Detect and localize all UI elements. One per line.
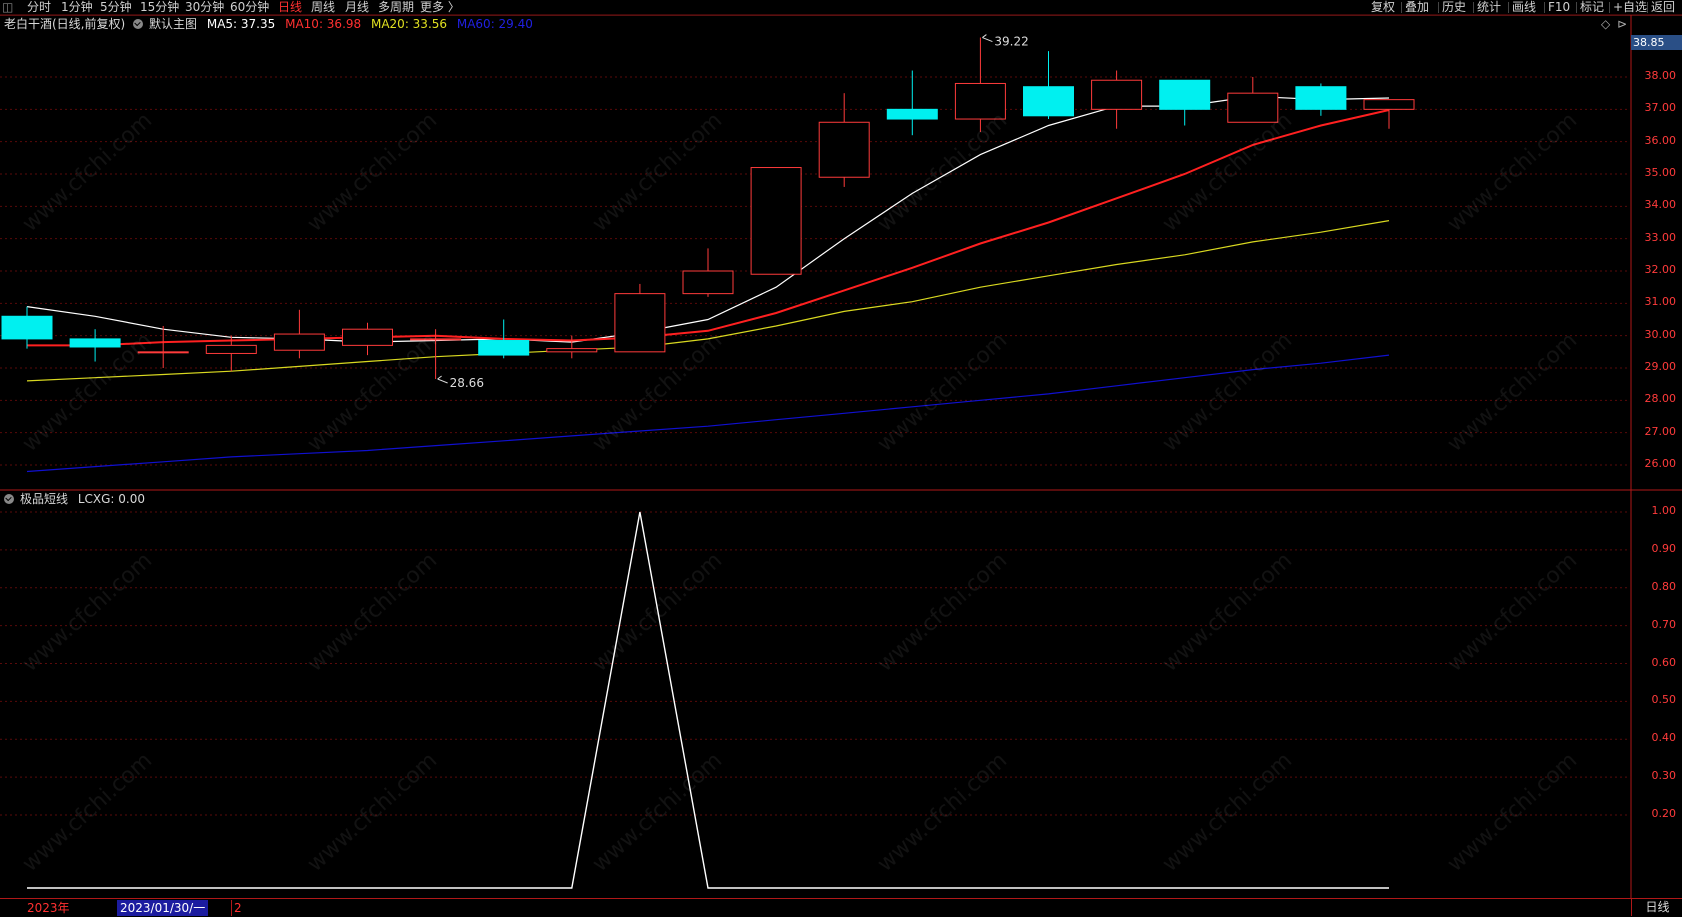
candle-body <box>614 293 666 353</box>
candle-body <box>818 121 870 178</box>
main-y-tick: 26.00 <box>1644 457 1677 470</box>
main-y-tick: 37.00 <box>1644 101 1677 115</box>
sub-y-tick: 0.30 <box>1651 769 1677 783</box>
candle-body <box>137 351 189 354</box>
sub-y-tick: 0.20 <box>1651 807 1677 820</box>
candle <box>954 37 1006 132</box>
candle-body <box>750 167 802 275</box>
extreme-price-label: 39.22 <box>994 35 1028 49</box>
candle-body <box>886 108 938 120</box>
candle <box>1227 77 1279 123</box>
candle-body <box>1227 92 1279 123</box>
candle <box>886 70 938 136</box>
main-y-tick: 32.00 <box>1644 263 1677 276</box>
ma-line-ma10 <box>27 109 1390 347</box>
candle <box>69 329 121 362</box>
sub-y-tick: 0.80 <box>1651 579 1677 593</box>
candle <box>137 325 189 368</box>
sub-y-tick: 0.50 <box>1651 693 1677 707</box>
lcxg-line <box>27 511 1389 889</box>
candle <box>342 322 393 356</box>
ma-line-ma5 <box>26 95 1390 343</box>
candle-body <box>1091 79 1143 110</box>
candle-body <box>1295 86 1347 110</box>
extreme-arrow <box>437 375 448 384</box>
sub-y-tick: 0.70 <box>1651 617 1677 631</box>
candle <box>1 306 53 349</box>
candle-body <box>1 315 53 340</box>
main-y-tick: 31.00 <box>1644 295 1677 309</box>
candle <box>682 248 734 297</box>
candle-body <box>273 333 325 351</box>
year-label: 2023年 <box>27 901 70 915</box>
main-y-tick: 30.00 <box>1644 327 1677 341</box>
candle <box>614 283 666 353</box>
main-y-tick: 38.00 <box>1644 69 1677 82</box>
candle-body <box>1023 86 1074 117</box>
sub-y-tick: 1.00 <box>1651 504 1677 517</box>
kline-chart[interactable]: 39.22 28.66 <box>0 0 1682 898</box>
main-y-tick: 29.00 <box>1644 360 1677 373</box>
candle <box>1023 51 1074 120</box>
date-axis-bar: 2023年 2023/01/30/一 2 <box>0 898 1682 917</box>
candle-body <box>954 82 1006 120</box>
candle-body <box>478 340 530 356</box>
period-button[interactable]: 日线 <box>1631 898 1682 916</box>
candle-body <box>1159 79 1211 110</box>
candle <box>1091 70 1143 129</box>
sub-y-tick: 0.60 <box>1651 655 1677 669</box>
current-price-tag: 38.85 <box>1631 35 1682 50</box>
sub-y-tick: 0.90 <box>1651 541 1677 555</box>
main-y-tick: 36.00 <box>1644 133 1677 147</box>
ma-line-ma60 <box>26 354 1390 473</box>
date-marker: 2 <box>231 900 242 916</box>
extreme-price-label: 28.66 <box>450 376 484 390</box>
candle <box>273 309 325 359</box>
candle-body <box>342 328 393 346</box>
candle-body <box>546 348 598 353</box>
main-y-tick: 33.00 <box>1644 230 1677 244</box>
main-y-tick: 35.00 <box>1644 166 1677 179</box>
main-y-tick: 27.00 <box>1644 424 1677 438</box>
candle <box>1295 83 1347 116</box>
main-y-tick: 34.00 <box>1644 198 1677 212</box>
cursor-date: 2023/01/30/一 <box>117 900 209 916</box>
candle-body <box>410 338 462 341</box>
extreme-arrow <box>982 34 993 43</box>
candle-body <box>1363 99 1415 110</box>
candle <box>818 93 870 187</box>
candle-body <box>69 338 121 348</box>
candle-body <box>205 344 257 354</box>
candle <box>1159 79 1211 126</box>
sub-y-tick: 0.40 <box>1651 731 1677 745</box>
candle-body <box>682 270 734 295</box>
main-y-tick: 28.00 <box>1644 392 1677 406</box>
candle <box>750 167 802 275</box>
